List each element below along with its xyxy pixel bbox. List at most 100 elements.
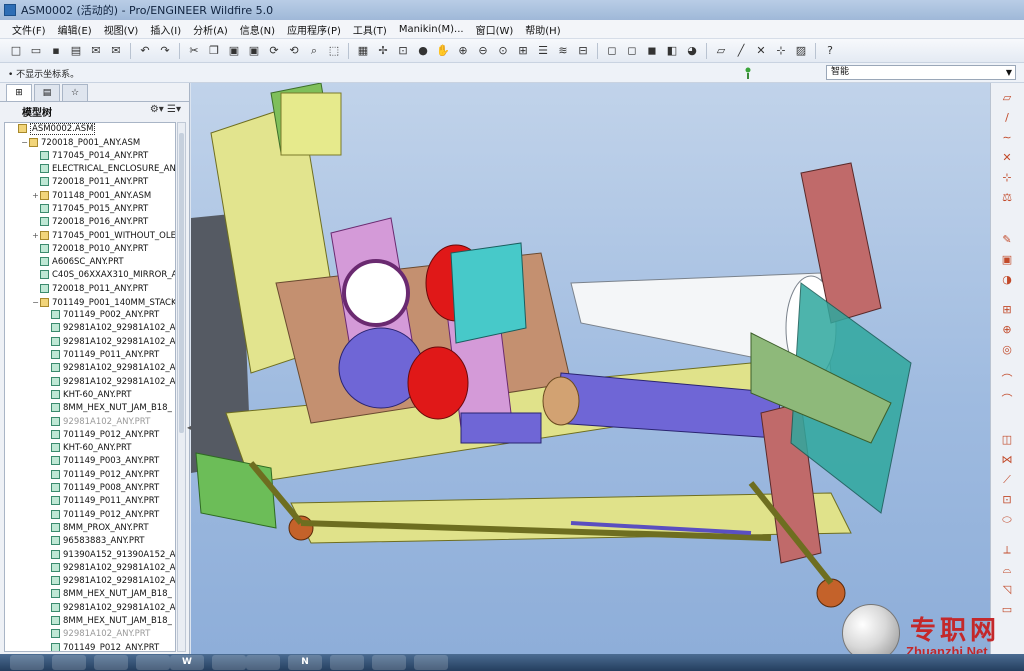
mirror-tool-icon[interactable]: ◫ — [999, 433, 1015, 447]
cut-icon[interactable]: ✂ — [186, 43, 202, 59]
tree-item[interactable]: 92981A102_92981A102_AN — [5, 322, 175, 335]
tree-item[interactable]: A606SC_ANY.PRT — [5, 256, 175, 269]
offset-tool-icon[interactable]: ⬭ — [999, 513, 1015, 527]
paste-icon[interactable]: ▣ — [226, 43, 242, 59]
tree-settings-icon[interactable]: ⚙▾ — [150, 104, 164, 115]
taskbar-item[interactable] — [212, 655, 246, 670]
refit-icon[interactable]: ⊙ — [495, 43, 511, 59]
datum-planes-icon[interactable]: ▱ — [713, 43, 729, 59]
undo-icon[interactable]: ↶ — [137, 43, 153, 59]
assemble-tool-icon[interactable]: ⊞ — [999, 303, 1015, 317]
tree-item[interactable]: 720018_P016_ANY.PRT — [5, 216, 175, 229]
spin-center-icon[interactable]: ✢ — [375, 43, 391, 59]
tree-expand-icon[interactable]: + — [31, 229, 40, 242]
tree-item[interactable]: 8MM_HEX_NUT_JAM_B18_ — [5, 402, 175, 415]
rib-tool-icon[interactable]: ⌒ — [999, 393, 1015, 407]
menu-item[interactable]: 插入(I) — [144, 22, 187, 37]
annotations-icon[interactable]: ▨ — [793, 43, 809, 59]
select-box-icon[interactable]: ⬚ — [326, 43, 342, 59]
taskbar-item[interactable] — [414, 655, 448, 670]
tree-item[interactable]: − 701149_P001_140MM_STACK_ — [5, 296, 175, 309]
model-display-icon[interactable]: ◕ — [684, 43, 700, 59]
tree-item[interactable]: 8MM_PROX_ANY.PRT — [5, 522, 175, 535]
view-manager-icon[interactable]: ⊟ — [575, 43, 591, 59]
tree-item[interactable]: 8MM_HEX_NUT_JAM_B18_ — [5, 588, 175, 601]
datum-points-icon[interactable]: ✕ — [753, 43, 769, 59]
csys-tool-icon[interactable]: ⊹ — [999, 171, 1015, 185]
menu-item[interactable]: 工具(T) — [347, 22, 393, 37]
hidden-line-icon[interactable]: ◻ — [624, 43, 640, 59]
print-icon[interactable]: ▤ — [68, 43, 84, 59]
tree-item[interactable]: 701149_P012_ANY.PRT — [5, 429, 175, 442]
tree-show-icon[interactable]: ☰▾ — [167, 104, 181, 115]
menu-item[interactable]: 窗口(W) — [470, 22, 520, 37]
save-icon[interactable]: ▪ — [48, 43, 64, 59]
sketch-curve-icon[interactable]: ∼ — [999, 131, 1015, 145]
tree-item[interactable]: 701149_P012_ANY.PRT — [5, 642, 175, 651]
zoom-out-icon[interactable]: ⊖ — [475, 43, 491, 59]
redo-icon[interactable]: ↷ — [157, 43, 173, 59]
tree-item[interactable]: 92981A102_92981A102_AN — [5, 376, 175, 389]
sketch-tool-icon[interactable]: ✎ — [999, 233, 1015, 247]
trim-tool-icon[interactable]: ⟋ — [999, 473, 1015, 487]
tree-item[interactable]: 720018_P011_ANY.PRT — [5, 176, 175, 189]
shell-tool-icon[interactable]: ⌒ — [999, 373, 1015, 387]
email-link-icon[interactable]: ✉ — [108, 43, 124, 59]
menu-item[interactable]: 文件(F) — [6, 22, 52, 37]
taskbar-item[interactable] — [246, 655, 280, 670]
taskbar-item[interactable] — [330, 655, 364, 670]
orient-mode-icon[interactable]: ⊡ — [395, 43, 411, 59]
tree-item[interactable]: KHT-60_ANY.PRT — [5, 442, 175, 455]
round-tool-icon[interactable]: ⌓ — [999, 563, 1015, 577]
tree-item[interactable]: 92981A102_92981A102_AN — [5, 362, 175, 375]
revolve-tool-icon[interactable]: ◑ — [999, 273, 1015, 287]
hole-tool-icon[interactable]: ◎ — [999, 343, 1015, 357]
extrude-tool-icon[interactable]: ▣ — [999, 253, 1015, 267]
shading-icon[interactable]: ◧ — [664, 43, 680, 59]
open-file-icon[interactable]: ▭ — [28, 43, 44, 59]
menu-item[interactable]: 编辑(E) — [52, 22, 98, 37]
repaint-icon[interactable]: ▦ — [355, 43, 371, 59]
zoom-in-icon[interactable]: ⊕ — [455, 43, 471, 59]
tree-expand-icon[interactable]: + — [31, 189, 40, 202]
traffic-light-icon[interactable] — [744, 67, 752, 79]
model-tree-scrollbar[interactable] — [177, 122, 186, 652]
tree-item[interactable]: 92981A102_ANY.PRT — [5, 416, 175, 429]
tree-item[interactable]: 96583883_ANY.PRT — [5, 535, 175, 548]
tree-item[interactable]: 717045_P014_ANY.PRT — [5, 150, 175, 163]
menu-item[interactable]: Manikin(M)... — [393, 24, 470, 35]
tree-item[interactable]: KHT-60_ANY.PRT — [5, 389, 175, 402]
taskbar-item[interactable]: W — [170, 655, 204, 670]
assembly-model[interactable] — [191, 83, 990, 654]
tree-item[interactable]: 701149_P003_ANY.PRT — [5, 455, 175, 468]
tree-item[interactable]: 701149_P012_ANY.PRT — [5, 469, 175, 482]
appearance-icon[interactable]: ● — [415, 43, 431, 59]
tree-root[interactable]: ASM0002.ASM — [5, 123, 175, 136]
context-help-icon[interactable]: ? — [822, 43, 838, 59]
tree-item[interactable]: 92981A102_92981A102_AN — [5, 575, 175, 588]
graphics-window[interactable] — [191, 83, 990, 654]
email-icon[interactable]: ✉ — [88, 43, 104, 59]
tree-item[interactable]: 720018_P011_ANY.PRT — [5, 283, 175, 296]
taskbar-item[interactable] — [52, 655, 86, 670]
tree-item[interactable]: 701149_P011_ANY.PRT — [5, 495, 175, 508]
taskbar-item[interactable] — [10, 655, 44, 670]
tree-item[interactable]: 717045_P015_ANY.PRT — [5, 203, 175, 216]
analysis-tool-icon[interactable]: ⚖ — [999, 191, 1015, 205]
taskbar-item[interactable] — [94, 655, 128, 670]
copy-icon[interactable]: ❐ — [206, 43, 222, 59]
tree-expand-icon[interactable]: − — [31, 296, 40, 309]
tree-item[interactable]: 720018_P010_ANY.PRT — [5, 243, 175, 256]
draft-tool-icon[interactable]: ⟂ — [999, 543, 1015, 557]
chamfer-tool-icon[interactable]: ◹ — [999, 583, 1015, 597]
create-component-icon[interactable]: ⊕ — [999, 323, 1015, 337]
menu-item[interactable]: 视图(V) — [98, 22, 145, 37]
find-icon[interactable]: ⌕ — [306, 43, 322, 59]
menu-item[interactable]: 应用程序(P) — [281, 22, 347, 37]
taskbar-item[interactable]: N — [288, 655, 322, 670]
tree-item[interactable]: +701148_P001_ANY.ASM — [5, 189, 175, 202]
scroll-thumb[interactable] — [179, 133, 184, 433]
csys-icon[interactable]: ⊹ — [773, 43, 789, 59]
tree-item[interactable]: 701149_P011_ANY.PRT — [5, 349, 175, 362]
menu-item[interactable]: 分析(A) — [187, 22, 234, 37]
